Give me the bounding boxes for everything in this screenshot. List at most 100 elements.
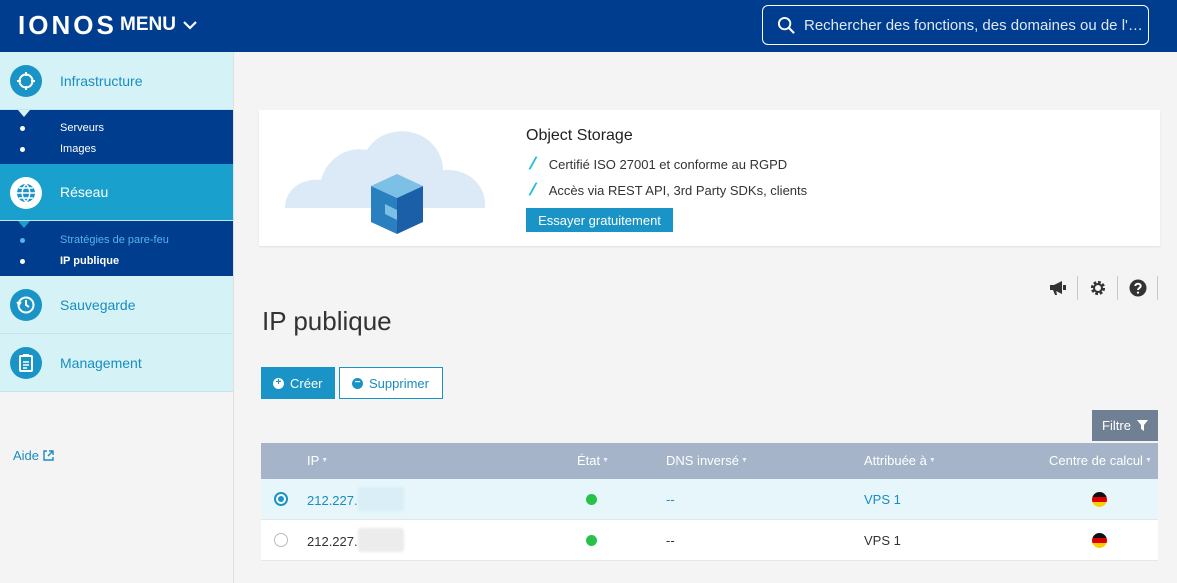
bullet — [20, 259, 25, 264]
column-label: État — [577, 453, 601, 468]
subitem-label: Stratégies de pare-feu — [60, 234, 169, 246]
question-icon — [1129, 279, 1146, 297]
sort-caret-icon: ▼ — [928, 457, 936, 464]
network-globe-icon — [10, 177, 42, 209]
backup-clock-icon — [10, 289, 42, 321]
page-title: IP publique — [262, 306, 392, 336]
sidebar-subitem-firewall[interactable]: Stratégies de pare-feu — [0, 230, 233, 251]
submenu-pointer — [18, 221, 30, 228]
assigned-link[interactable]: VPS 1 — [864, 492, 901, 507]
germany-flag-icon — [1092, 492, 1107, 507]
sidebar-subitem-ip-publique[interactable]: IP publique — [0, 251, 233, 272]
row-radio[interactable] — [274, 533, 288, 547]
row-radio[interactable] — [274, 492, 288, 506]
search-input[interactable] — [804, 16, 1144, 34]
sidebar-item-sauvegarde[interactable]: Sauvegarde — [0, 276, 233, 334]
table-header: IP ▼ État ▼ DNS inversé ▼ Attribuée à ▼ Cent… — [261, 443, 1158, 479]
column-header-attribuee[interactable]: Attribuée à ▼ — [864, 453, 936, 468]
sort-caret-icon: ▼ — [321, 457, 329, 464]
column-header-etat[interactable]: État ▼ — [577, 453, 609, 468]
sidebar-subitem-images[interactable]: Images — [0, 139, 233, 160]
announcements-button[interactable] — [1038, 276, 1078, 300]
chevron-down-icon — [183, 21, 197, 30]
banner-title: Object Storage — [526, 127, 633, 144]
checkmark-icon: / — [528, 180, 537, 199]
checkmark-icon: / — [528, 154, 537, 173]
submenu-pointer — [18, 110, 30, 117]
feature-text: Accès via REST API, 3rd Party SDKs, clie… — [548, 182, 808, 198]
reseau-submenu: Stratégies de pare-feu IP publique — [0, 221, 233, 276]
sort-caret-icon: ▼ — [740, 457, 748, 464]
help-link[interactable]: Aide — [13, 448, 54, 463]
status-ok-dot — [586, 535, 597, 546]
feature-text: Certifié ISO 27001 et conforme au RGPD — [548, 156, 788, 172]
column-label: Centre de calcul — [1049, 453, 1143, 468]
gear-icon — [1090, 280, 1105, 296]
sidebar-item-label: Sauvegarde — [60, 296, 136, 313]
column-label: DNS inversé — [666, 453, 739, 468]
subitem-label: Serveurs — [60, 122, 105, 134]
top-bar: IONOS MENU — [0, 0, 1177, 52]
sort-caret-icon: ▼ — [1144, 457, 1152, 464]
ip-value: 212.227. — [307, 533, 358, 549]
main-menu-button[interactable]: MENU — [120, 14, 198, 36]
page-tools — [1038, 276, 1158, 300]
help-link-label: Aide — [13, 448, 40, 463]
ionos-logo[interactable]: IONOS — [18, 10, 117, 41]
status-ok-dot — [586, 494, 597, 505]
plus-circle-icon: + — [273, 377, 284, 389]
infrastructure-icon — [10, 65, 42, 97]
filter-button[interactable]: Filtre — [1092, 410, 1158, 441]
create-label: Créer — [290, 375, 323, 391]
try-free-button[interactable]: Essayer gratuitement — [526, 208, 673, 232]
subitem-label: Images — [60, 143, 97, 155]
clipboard-icon — [10, 347, 42, 379]
delete-label: Supprimer — [369, 375, 429, 391]
sidebar-subitem-serveurs[interactable]: Serveurs — [0, 118, 233, 139]
column-header-dns[interactable]: DNS inversé ▼ — [666, 453, 748, 468]
settings-button[interactable] — [1078, 276, 1118, 300]
bullet — [20, 147, 25, 152]
sidebar-item-management[interactable]: Management — [0, 334, 233, 392]
filter-label: Filtre — [1102, 418, 1131, 433]
delete-button[interactable]: − Supprimer — [339, 367, 443, 399]
redacted-ip — [357, 487, 404, 511]
infrastructure-submenu: Serveurs Images — [0, 110, 233, 164]
sidebar-item-infrastructure[interactable]: Infrastructure — [0, 52, 233, 110]
bullet — [20, 126, 25, 131]
sidebar: Infrastructure Serveurs Images Réseau St… — [0, 52, 234, 583]
funnel-icon — [1136, 420, 1148, 431]
search-box[interactable] — [762, 5, 1149, 45]
banner-feature: / Certifié ISO 27001 et conforme au RGPD — [528, 154, 788, 174]
minus-circle-icon: − — [352, 377, 363, 389]
sidebar-item-label: Management — [60, 354, 142, 371]
sidebar-item-label: Infrastructure — [60, 72, 143, 89]
table-row[interactable]: 212.227. -- VPS 1 — [261, 520, 1158, 561]
table-row[interactable]: 212.227. -- VPS 1 — [261, 479, 1158, 520]
column-label: IP — [307, 453, 320, 468]
germany-flag-icon — [1092, 533, 1107, 548]
search-icon — [777, 16, 795, 34]
bullet — [20, 238, 25, 243]
menu-label: MENU — [120, 14, 176, 35]
column-header-ip[interactable]: IP ▼ — [307, 453, 328, 468]
cloud-storage-illustration — [285, 131, 486, 234]
banner-feature: / Accès via REST API, 3rd Party SDKs, cl… — [528, 180, 808, 200]
ip-table: IP ▼ État ▼ DNS inversé ▼ Attribuée à ▼ Cent… — [261, 443, 1158, 561]
megaphone-icon — [1049, 281, 1066, 295]
external-link-icon — [43, 450, 54, 461]
help-button[interactable] — [1118, 276, 1158, 300]
column-label: Attribuée à — [864, 453, 927, 468]
assigned-value: VPS 1 — [864, 533, 901, 548]
sidebar-item-label: Réseau — [60, 184, 109, 200]
create-button[interactable]: + Créer — [261, 367, 335, 399]
ip-cell[interactable]: 212.227. — [307, 487, 404, 511]
redacted-ip — [357, 528, 404, 552]
dns-cell: -- — [666, 533, 675, 548]
dns-cell: -- — [666, 492, 675, 507]
sidebar-item-reseau[interactable]: Réseau — [0, 164, 233, 221]
ip-cell: 212.227. — [307, 528, 404, 552]
subitem-label: IP publique — [60, 255, 120, 267]
column-header-datacenter[interactable]: Centre de calcul ▼ — [1049, 453, 1152, 468]
object-storage-banner: Object Storage / Certifié ISO 27001 et c… — [259, 110, 1160, 246]
